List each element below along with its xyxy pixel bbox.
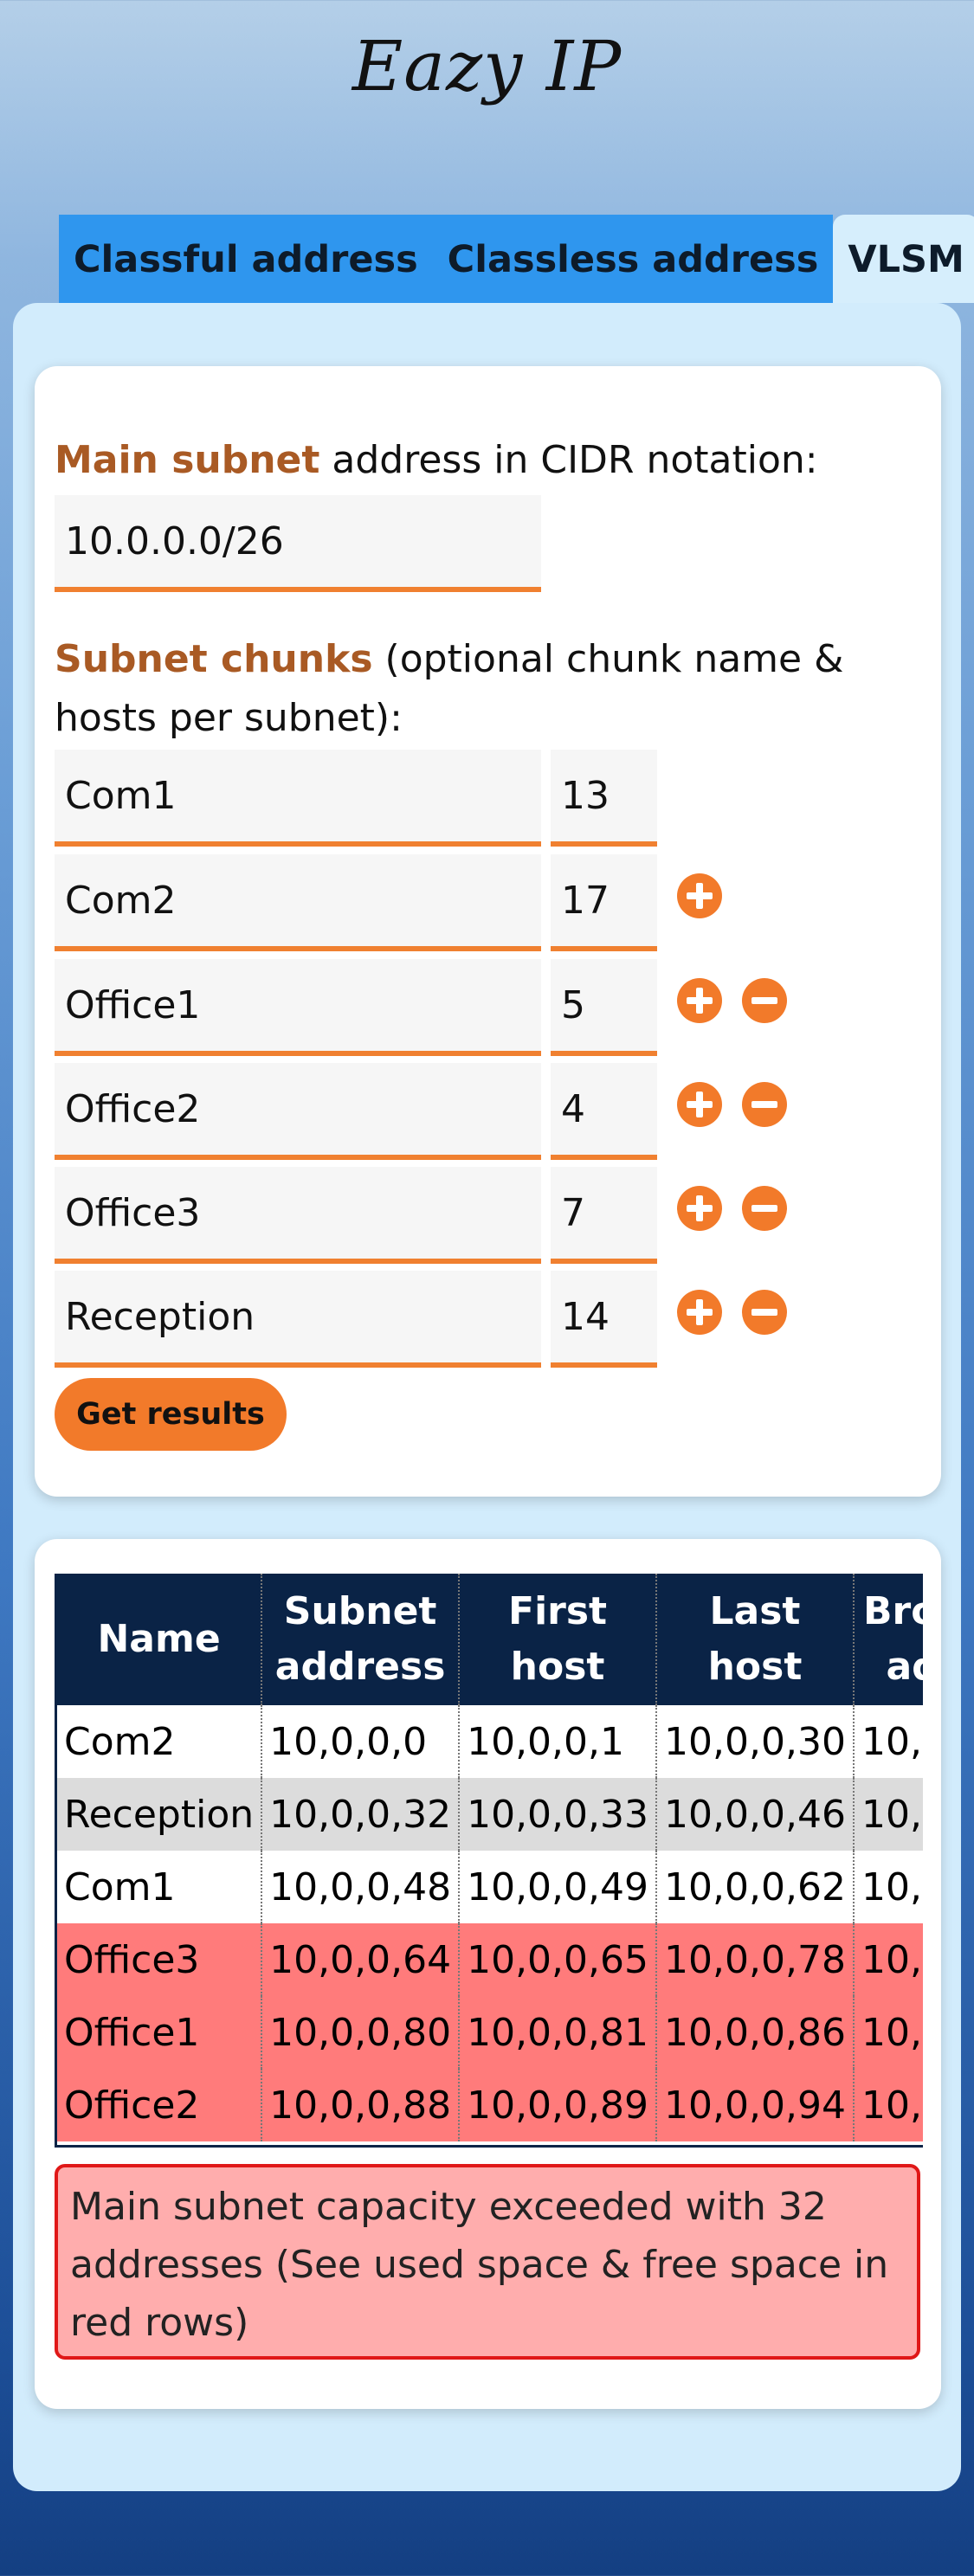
table-cell: 10,0,0,89	[458, 2069, 657, 2141]
add-chunk-icon[interactable]	[677, 1290, 722, 1335]
column-header-broadcast-address: Broadcast address	[852, 1574, 923, 1705]
add-chunk-icon[interactable]	[677, 1082, 722, 1127]
table-header-row: Name Subnet address First host Last host…	[57, 1574, 923, 1705]
remove-chunk-icon[interactable]	[742, 978, 787, 1023]
subnet-chunks-label-highlight: Subnet chunks	[55, 637, 373, 681]
tab-classless[interactable]: Classless address	[432, 215, 834, 303]
table-cell: 10,0,0,47	[852, 1778, 923, 1851]
chunk-name-input[interactable]: Reception	[55, 1271, 541, 1368]
table-cell: Office3	[57, 1923, 262, 1996]
chunk-hosts-input[interactable]: 13	[551, 750, 657, 847]
tab-bar: Classful address Classless address VLSM	[59, 215, 974, 303]
table-cell: Reception	[57, 1778, 262, 1851]
add-chunk-icon[interactable]	[677, 1186, 722, 1231]
app-title: Eazy IP	[352, 26, 622, 106]
chunk-hosts-input[interactable]: 17	[551, 854, 657, 951]
table-cell: 10,0,0,94	[655, 2069, 854, 2141]
get-results-button[interactable]: Get results	[55, 1378, 287, 1451]
chunk-name-input[interactable]: Com1	[55, 750, 541, 847]
table-cell: 10,0,0,33	[458, 1778, 657, 1851]
chunk-hosts-input[interactable]: 4	[551, 1063, 657, 1160]
main-subnet-label-text: address in CIDR notation:	[319, 438, 818, 482]
remove-chunk-icon[interactable]	[742, 1186, 787, 1231]
table-cell: 10,0,0,86	[655, 1996, 854, 2069]
table-row-exceeded: Office1 10,0,0,80 10,0,0,81 10,0,0,86 10…	[57, 1996, 923, 2069]
column-header-subnet-address: Subnet address	[261, 1574, 460, 1705]
chunk-name-input[interactable]: Com2	[55, 854, 541, 951]
chunk-hosts-input[interactable]: 7	[551, 1167, 657, 1264]
table-cell: 10,0,0,48	[261, 1851, 460, 1923]
chunk-name-input[interactable]: Office3	[55, 1167, 541, 1264]
table-cell: Office1	[57, 1996, 262, 2069]
table-cell: Com1	[57, 1851, 262, 1923]
table-cell: 10,0,0,65	[458, 1923, 657, 1996]
table-cell: 10,0,0,30	[655, 1705, 854, 1778]
table-cell: 10,0,0,95	[852, 2069, 923, 2141]
table-cell: 10,0,0,87	[852, 1996, 923, 2069]
results-table: Name Subnet address First host Last host…	[57, 1574, 923, 2141]
table-cell: 10,0,0,49	[458, 1851, 657, 1923]
column-header-last-host: Last host	[655, 1574, 854, 1705]
table-cell: 10,0,0,80	[261, 1996, 460, 2069]
results-table-scroll[interactable]: Name Subnet address First host Last host…	[55, 1574, 923, 2148]
table-cell: 10,0,0,1	[458, 1705, 657, 1778]
main-subnet-input[interactable]: 10.0.0.0/26	[55, 495, 541, 592]
add-chunk-icon[interactable]	[677, 873, 722, 918]
table-cell: 10,0,0,81	[458, 1996, 657, 2069]
chunk-name-input[interactable]: Office2	[55, 1063, 541, 1160]
table-row: Com1 10,0,0,48 10,0,0,49 10,0,0,62 10,0,…	[57, 1851, 923, 1923]
table-cell: 10,0,0,88	[261, 2069, 460, 2141]
table-row-exceeded: Office3 10,0,0,64 10,0,0,65 10,0,0,78 10…	[57, 1923, 923, 1996]
table-cell: 10,0,0,78	[655, 1923, 854, 1996]
capacity-exceeded-alert: Main subnet capacity exceeded with 32 ad…	[55, 2164, 920, 2360]
subnet-chunks-label: Subnet chunks (optional chunk name & hos…	[55, 630, 920, 748]
table-row: Com2 10,0,0,0 10,0,0,1 10,0,0,30 10,0,0,…	[57, 1705, 923, 1778]
table-cell: 10,0,0,0	[261, 1705, 460, 1778]
remove-chunk-icon[interactable]	[742, 1082, 787, 1127]
tab-vlsm[interactable]: VLSM	[833, 215, 974, 303]
chunk-name-input[interactable]: Office1	[55, 959, 541, 1056]
add-chunk-icon[interactable]	[677, 978, 722, 1023]
table-cell: 10,0,0,64	[261, 1923, 460, 1996]
main-subnet-label: Main subnet address in CIDR notation:	[55, 431, 818, 490]
table-cell: 10,0,0,62	[655, 1851, 854, 1923]
column-header-first-host: First host	[458, 1574, 657, 1705]
table-cell: 10,0,0,31	[852, 1705, 923, 1778]
table-cell: 10,0,0,46	[655, 1778, 854, 1851]
table-cell: Office2	[57, 2069, 262, 2141]
table-row: Reception 10,0,0,32 10,0,0,33 10,0,0,46 …	[57, 1778, 923, 1851]
column-header-name: Name	[57, 1574, 262, 1705]
table-cell: Com2	[57, 1705, 262, 1778]
table-cell: 10,0,0,79	[852, 1923, 923, 1996]
table-cell: 10,0,0,63	[852, 1851, 923, 1923]
table-cell: 10,0,0,32	[261, 1778, 460, 1851]
remove-chunk-icon[interactable]	[742, 1290, 787, 1335]
table-row-exceeded: Office2 10,0,0,88 10,0,0,89 10,0,0,94 10…	[57, 2069, 923, 2141]
chunk-hosts-input[interactable]: 14	[551, 1271, 657, 1368]
chunk-hosts-input[interactable]: 5	[551, 959, 657, 1056]
main-subnet-label-highlight: Main subnet	[55, 438, 320, 482]
tab-classful[interactable]: Classful address	[59, 215, 433, 303]
